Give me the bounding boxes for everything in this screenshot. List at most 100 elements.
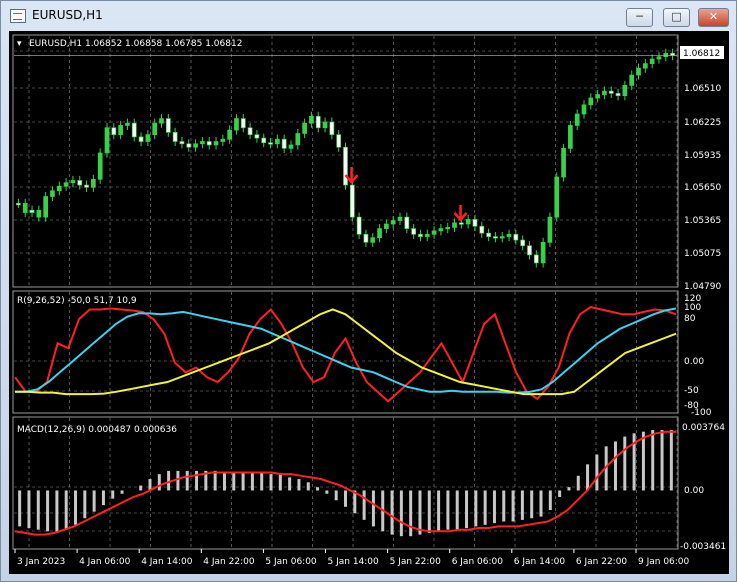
candle-body bbox=[145, 134, 151, 142]
candle-body bbox=[125, 122, 130, 126]
candle-body bbox=[438, 228, 444, 232]
oscillator-tick: -50 bbox=[684, 386, 699, 396]
candle-body bbox=[29, 209, 35, 213]
close-button[interactable]: ✕ bbox=[698, 8, 729, 27]
candle-body bbox=[16, 203, 21, 206]
time-axis-label: 5 Jan 14:00 bbox=[328, 557, 380, 567]
time-axis-label: 6 Jan 14:00 bbox=[514, 557, 566, 567]
candle-body bbox=[200, 141, 205, 145]
candle-body bbox=[588, 97, 594, 106]
candle-body bbox=[608, 90, 614, 94]
macd-tick: 0.00 bbox=[684, 486, 704, 496]
candle-body bbox=[356, 216, 362, 235]
candle-body bbox=[472, 219, 478, 227]
chart-window: EURUSD,H1 ─ □ ✕ ▾ EURUSD,H1 1.06852 1.06… bbox=[0, 0, 737, 582]
candle-body bbox=[663, 52, 669, 58]
candle-body bbox=[629, 74, 635, 86]
minimize-button[interactable]: ─ bbox=[626, 8, 653, 27]
candle-body bbox=[281, 138, 287, 149]
candle-body bbox=[581, 104, 587, 115]
candle-body bbox=[561, 148, 566, 178]
time-axis-label: 5 Jan 22:00 bbox=[390, 557, 442, 567]
candle-body bbox=[220, 138, 226, 142]
oscillator-tick: -100 bbox=[691, 408, 712, 418]
candle-body bbox=[288, 144, 294, 149]
candle-body bbox=[70, 180, 76, 184]
title-bar[interactable]: EURUSD,H1 ─ □ ✕ bbox=[1, 1, 736, 31]
candle-body bbox=[636, 67, 641, 76]
candle-body bbox=[445, 227, 451, 230]
candle-body bbox=[390, 220, 396, 225]
candle-body bbox=[159, 118, 164, 124]
symbol-info: EURUSD,H1 1.06852 1.06858 1.06785 1.0681… bbox=[29, 39, 242, 49]
oscillator-tick: 80 bbox=[684, 314, 696, 324]
candle-body bbox=[642, 63, 648, 69]
candle-body bbox=[302, 122, 307, 134]
candle-body bbox=[84, 184, 89, 188]
candle-body bbox=[234, 118, 239, 131]
candle-body bbox=[486, 232, 491, 237]
time-axis-label: 6 Jan 06:00 bbox=[452, 557, 504, 567]
candle-body bbox=[649, 58, 655, 64]
price-tick: 1.06225 bbox=[684, 118, 721, 128]
candle-body bbox=[36, 209, 42, 218]
arrow-down-icon bbox=[453, 204, 468, 222]
candle-body bbox=[50, 190, 55, 197]
candle-body bbox=[247, 127, 253, 135]
price-tick: 1.05365 bbox=[684, 216, 721, 226]
candle-body bbox=[104, 127, 110, 154]
time-axis-label: 3 Jan 2023 bbox=[17, 557, 65, 567]
time-axis-label: 5 Jan 06:00 bbox=[265, 557, 317, 567]
candle-body bbox=[384, 223, 389, 229]
macd-histogram bbox=[18, 430, 673, 537]
candle-body bbox=[363, 233, 369, 243]
chart-canvas[interactable]: ▾ EURUSD,H1 1.06852 1.06858 1.06785 1.06… bbox=[9, 31, 729, 574]
price-tick: 1.04790 bbox=[684, 282, 721, 292]
candle-body bbox=[275, 138, 280, 145]
candle-body bbox=[309, 115, 314, 124]
candle-body bbox=[56, 185, 62, 192]
candle-body bbox=[568, 125, 573, 149]
candle-body bbox=[465, 219, 471, 225]
candle-body bbox=[268, 142, 273, 145]
time-axis: 3 Jan 2023 4 Jan 06:00 4 Jan 14:00 4 Jan 22… bbox=[14, 549, 690, 567]
candle-body bbox=[22, 203, 28, 213]
candle-body bbox=[349, 184, 355, 218]
price-tick: 1.05075 bbox=[684, 249, 721, 259]
candle-body bbox=[254, 134, 260, 139]
candle-body bbox=[418, 233, 423, 237]
candle-body bbox=[431, 230, 437, 235]
oscillator-line bbox=[14, 306, 677, 403]
candle-body bbox=[206, 141, 212, 146]
candle-body bbox=[63, 182, 69, 187]
candles bbox=[14, 48, 677, 268]
candle-body bbox=[424, 233, 430, 237]
candle-body bbox=[186, 143, 192, 148]
price-tick: 1.06510 bbox=[684, 84, 721, 94]
candle-body bbox=[172, 131, 178, 142]
chart-area[interactable]: ▾ EURUSD,H1 1.06852 1.06858 1.06785 1.06… bbox=[9, 31, 729, 574]
candle-body bbox=[240, 118, 246, 129]
candle-body bbox=[499, 236, 505, 239]
price-tick: 1.05650 bbox=[684, 183, 721, 193]
candle-body bbox=[322, 121, 328, 129]
candle-body bbox=[479, 225, 485, 234]
oscillator-lines bbox=[14, 306, 677, 403]
maximize-button[interactable]: □ bbox=[663, 8, 690, 27]
signal-arrows bbox=[344, 167, 468, 222]
candle-body bbox=[377, 228, 382, 239]
oscillator-line bbox=[15, 308, 677, 396]
candle-body bbox=[404, 216, 410, 229]
candle-body bbox=[574, 113, 580, 126]
candle-body bbox=[111, 127, 117, 135]
candle-body bbox=[397, 216, 403, 221]
candle-body bbox=[411, 228, 416, 235]
symbol-dropdown-icon[interactable]: ▾ bbox=[17, 39, 22, 49]
candle-body bbox=[97, 152, 103, 180]
time-axis-label: 6 Jan 22:00 bbox=[576, 557, 628, 567]
candle-body bbox=[118, 125, 123, 135]
time-axis-label: 4 Jan 22:00 bbox=[203, 557, 255, 567]
candle-body bbox=[458, 222, 464, 225]
macd-tick: -0.003461 bbox=[680, 542, 726, 552]
candle-body bbox=[152, 122, 158, 135]
